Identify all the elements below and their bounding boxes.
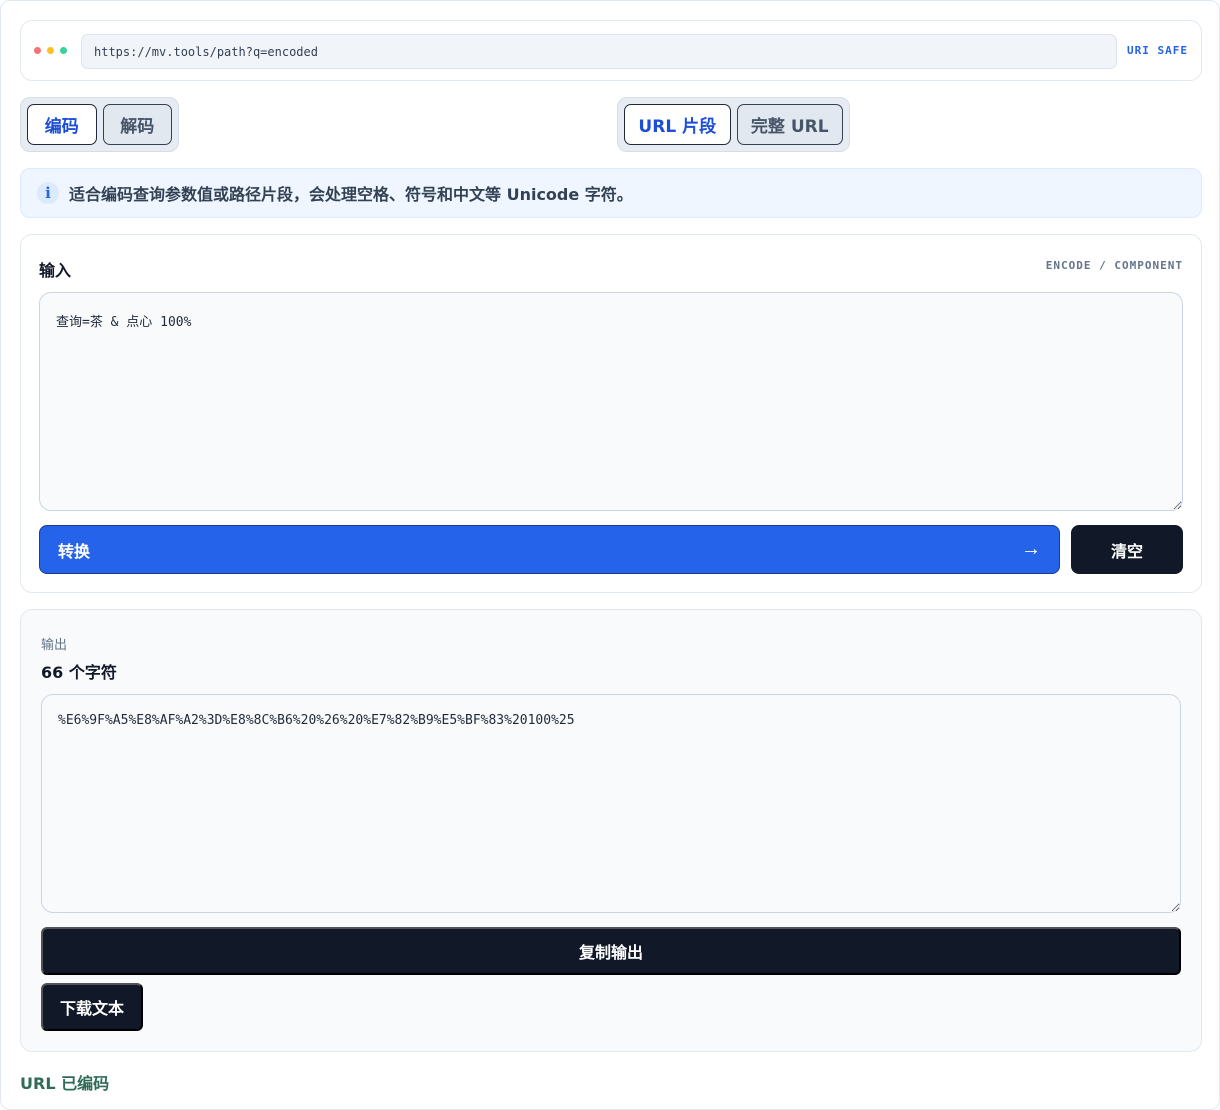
input-card: 输入 ENCODE / COMPONENT 查询=茶 & 点心 100% 转换 …	[20, 234, 1202, 593]
app-frame: URI SAFE 编码 解码 URL 片段 完整 URL i 适合编码查询参数值…	[0, 0, 1220, 1110]
copy-output-button[interactable]: 复制输出	[41, 927, 1181, 975]
output-textarea[interactable]: %E6%9F%A5%E8%AF%A2%3D%E8%8C%B6%20%26%20%…	[41, 694, 1181, 913]
green-dot-icon	[60, 47, 67, 54]
url-field[interactable]	[81, 34, 1117, 69]
info-banner: i 适合编码查询参数值或路径片段，会处理空格、符号和中文等 Unicode 字符…	[20, 168, 1202, 218]
convert-button[interactable]: 转换 →	[39, 525, 1060, 574]
address-bar: URI SAFE	[20, 20, 1202, 81]
output-card: 输出 66 个字符 %E6%9F%A5%E8%AF%A2%3D%E8%8C%B6…	[20, 609, 1202, 1052]
encode-tab[interactable]: 编码	[27, 104, 97, 145]
input-textarea[interactable]: 查询=茶 & 点心 100%	[39, 292, 1183, 511]
component-tab[interactable]: URL 片段	[624, 104, 731, 145]
red-dot-icon	[34, 47, 41, 54]
scope-switch: URL 片段 完整 URL	[617, 97, 850, 152]
arrow-right-icon: →	[1021, 538, 1041, 560]
mode-switch: 编码 解码	[20, 97, 179, 152]
output-char-count: 66 个字符	[41, 663, 117, 682]
output-label: 输出	[41, 638, 68, 653]
yellow-dot-icon	[47, 47, 54, 54]
window-dots	[34, 47, 67, 54]
decode-tab[interactable]: 解码	[102, 104, 172, 145]
status-text: URL 已编码	[20, 1074, 110, 1093]
input-label: 输入	[39, 261, 72, 280]
clear-button[interactable]: 清空	[1071, 525, 1183, 574]
info-icon: i	[37, 182, 59, 204]
full-url-tab[interactable]: 完整 URL	[736, 104, 843, 145]
convert-label: 转换	[58, 543, 91, 561]
download-text-button[interactable]: 下载文本	[41, 983, 143, 1031]
uri-safe-badge: URI SAFE	[1127, 44, 1188, 57]
mode-tag: ENCODE / COMPONENT	[1045, 259, 1183, 272]
info-text: 适合编码查询参数值或路径片段，会处理空格、符号和中文等 Unicode 字符。	[69, 185, 633, 204]
